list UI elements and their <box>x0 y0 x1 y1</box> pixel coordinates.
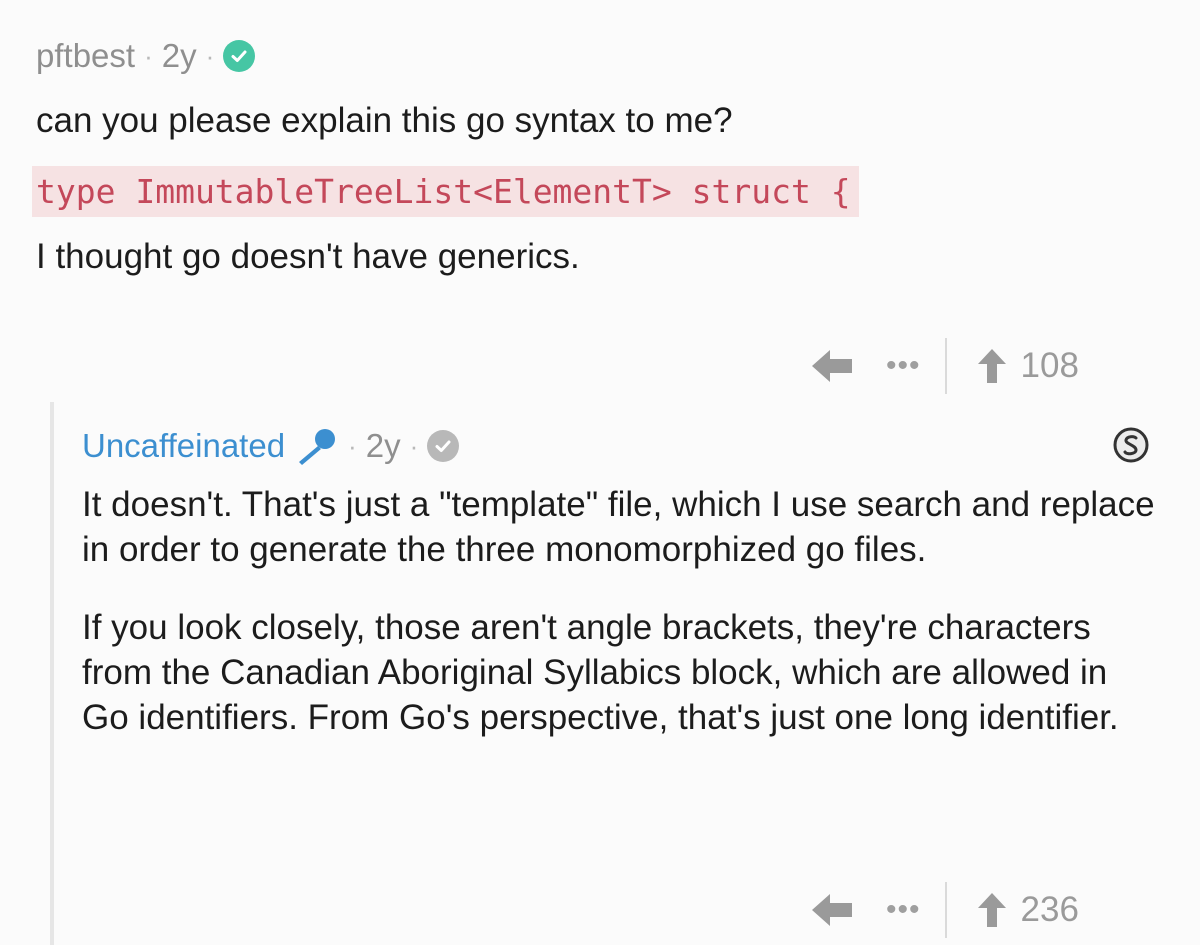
op-text-2: I thought go doesn't have generics. <box>36 237 580 276</box>
upvote-arrow-icon[interactable] <box>977 892 1007 928</box>
reply-paragraph-1: It doesn't. That's just a "template" fil… <box>82 485 1155 569</box>
meta-separator: · <box>348 430 357 461</box>
verified-check-icon <box>427 430 460 462</box>
reply-author[interactable]: Uncaffeinated <box>82 427 285 465</box>
op-code-snippet: type ImmutableTreeList<ElementT> struct … <box>32 166 859 217</box>
meta-separator: · <box>144 40 153 71</box>
meta-separator: · <box>205 40 215 71</box>
verified-check-icon <box>223 40 256 72</box>
reply-comment: Uncaffeinated · 2y · It doesn't. That's … <box>50 402 1174 945</box>
reply-arrow-icon[interactable] <box>810 346 854 386</box>
reply-arrow-icon[interactable] <box>810 890 854 930</box>
reply-meta: Uncaffeinated · 2y · <box>82 420 1162 472</box>
reply-age: 2y <box>365 427 401 464</box>
op-comment: pftbest · 2y · can you please explain th… <box>32 30 1176 279</box>
more-options-button[interactable]: ••• <box>886 349 921 383</box>
op-age: 2y <box>161 37 197 74</box>
microphone-flair-icon <box>293 426 339 466</box>
more-options-button[interactable]: ••• <box>886 893 921 927</box>
reply-paragraph-2: If you look closely, those aren't angle … <box>82 608 1119 737</box>
op-text: can you please explain this go syntax to… <box>36 101 733 140</box>
meta-separator: · <box>409 430 419 461</box>
action-divider <box>944 882 947 938</box>
award-coin-icon[interactable] <box>1112 426 1150 464</box>
upvote-arrow-icon[interactable] <box>977 348 1007 384</box>
op-score: 108 <box>1020 346 1079 385</box>
action-divider <box>944 338 947 394</box>
op-meta: pftbest · 2y · <box>36 30 1176 82</box>
reply-actions: ••• 236 <box>810 882 1079 938</box>
op-actions: ••• 108 <box>810 338 1079 394</box>
op-author[interactable]: pftbest <box>36 37 135 75</box>
reply-score: 236 <box>1020 890 1079 929</box>
